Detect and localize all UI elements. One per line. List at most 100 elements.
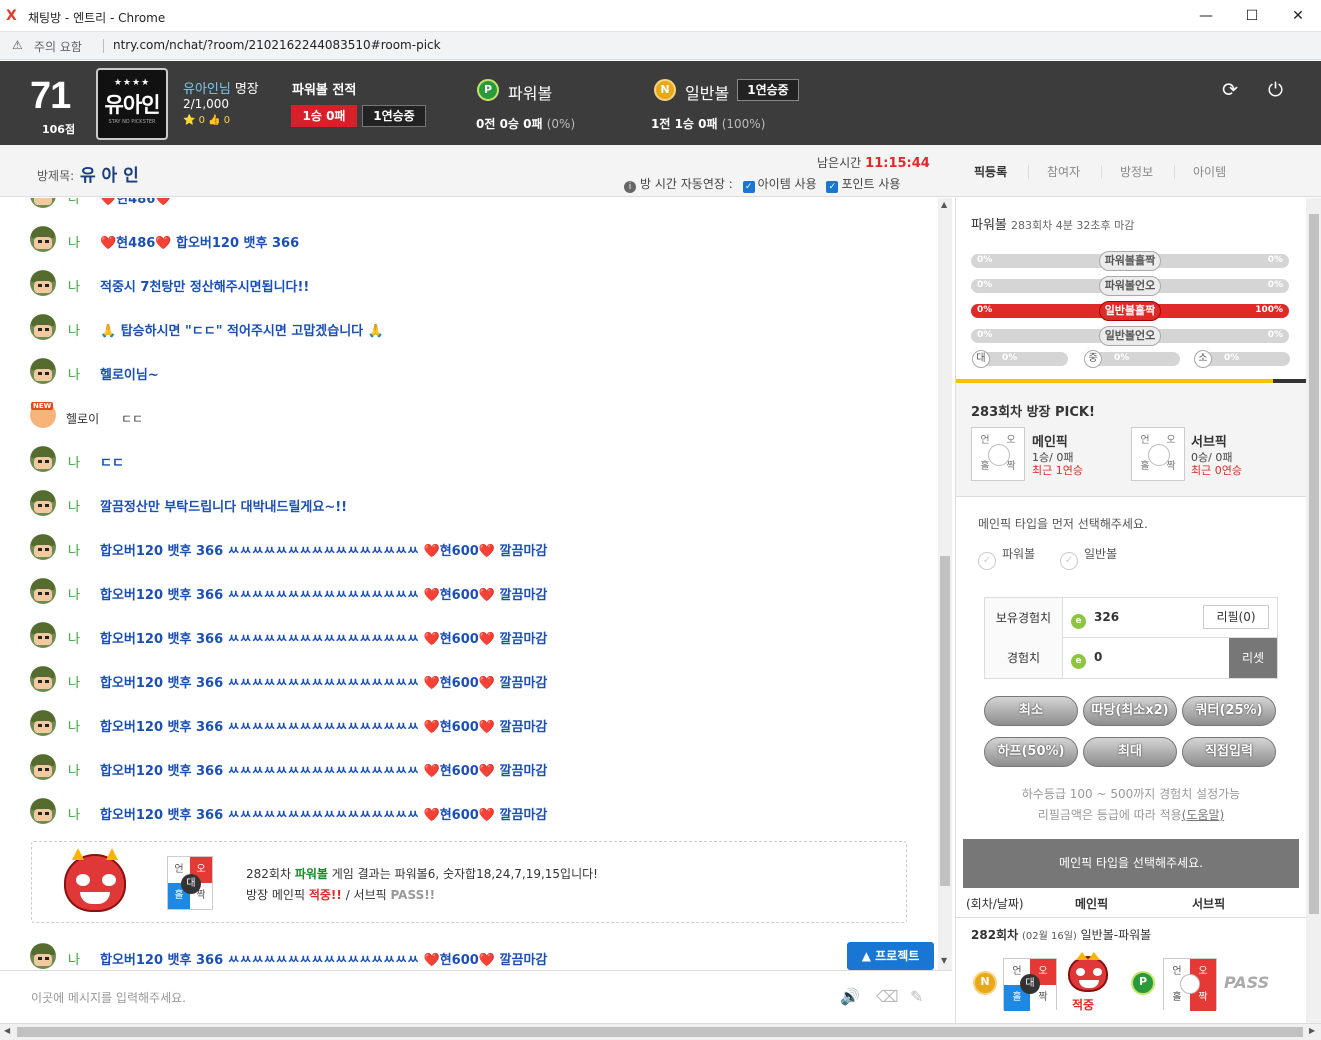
- powerball-icon: P: [477, 79, 499, 101]
- refresh-icon[interactable]: ⟳: [1222, 79, 1238, 101]
- soldier-avatar-icon: [30, 226, 56, 252]
- horizontal-scrollbar[interactable]: ◀ ▶: [0, 1023, 1321, 1040]
- chat-message: 나 합오버120 뱃후 366 ㅆㅆㅆㅆㅆㅆㅆㅆㅆㅆㅆㅆㅆㅆㅆㅆ ❤️현600❤…: [30, 534, 910, 564]
- size-label: 대: [972, 350, 990, 368]
- magic-wand-icon[interactable]: ✎: [910, 987, 923, 1006]
- history-main-board: 언 오 홀 짝 대: [1003, 958, 1057, 1011]
- ratio-bar: 0% 파워볼언오 0%: [971, 276, 1289, 296]
- radio-label: 일반볼: [1084, 547, 1118, 561]
- ratio-bar: 0% 일반볼홀짝 100%: [971, 301, 1289, 321]
- pick-title: 283회차 방장 PICK!: [971, 405, 1095, 420]
- size-bar-small: 소 0%: [1194, 350, 1290, 368]
- result-round: 282회차: [246, 867, 295, 881]
- user-stats: ⭐ 0 👍 0: [183, 115, 231, 126]
- exp-coin-icon: e: [1071, 654, 1086, 669]
- history-round: 282회차: [971, 928, 1019, 942]
- address-bar[interactable]: ⚠ 주의 요함 ntry.com/nchat/?room/21021622440…: [0, 32, 1321, 60]
- message-text: 합오버120 뱃후 366 ㅆㅆㅆㅆㅆㅆㅆㅆㅆㅆㅆㅆㅆㅆㅆㅆ ❤️현600❤️ …: [100, 588, 548, 603]
- sender-name[interactable]: 헬로이: [66, 412, 99, 426]
- owner-pick-box: 283회차 방장 PICK! 언 오 홀 짝 메인픽 1승/ 0패 최근 1연승…: [956, 383, 1306, 497]
- tab-pick-register[interactable]: 픽등록: [974, 163, 1007, 180]
- scroll-thumb[interactable]: [17, 1027, 1303, 1037]
- close-button[interactable]: ✕: [1275, 0, 1321, 32]
- radio-normalball[interactable]: ✓ 일반볼: [1060, 545, 1117, 570]
- exp-label: 보유경험치: [985, 598, 1063, 638]
- message-text: ❤️현486❤️: [100, 198, 172, 207]
- maximize-button[interactable]: ☐: [1229, 0, 1275, 32]
- size-label: 중: [1084, 350, 1102, 368]
- normalball-icon: N: [654, 79, 676, 101]
- radio-powerball[interactable]: ✓ 파워볼: [978, 545, 1035, 570]
- reset-button[interactable]: 리셋: [1229, 638, 1277, 678]
- tab-room-info[interactable]: 방정보: [1120, 163, 1153, 180]
- sender-me: 나: [68, 764, 80, 779]
- ratio-bar: 0% 일반볼언오 0%: [971, 326, 1289, 346]
- sender-me: 나: [68, 676, 80, 691]
- url-text[interactable]: ntry.com/nchat/?room/2102162244083510#ro…: [113, 38, 441, 52]
- ratio-right: 0%: [1267, 280, 1283, 290]
- power-icon[interactable]: ⏻: [1268, 79, 1283, 101]
- scroll-up-icon[interactable]: ▲: [941, 200, 947, 209]
- sub-pick-title: 서브픽: [1191, 435, 1227, 450]
- scroll-thumb[interactable]: [940, 556, 950, 886]
- panel-scrollbar[interactable]: [1306, 198, 1321, 1023]
- hit-mascot-icon: [1068, 952, 1108, 992]
- scroll-down-icon[interactable]: ▼: [941, 956, 947, 965]
- info-icon[interactable]: i: [624, 181, 636, 193]
- scroll-left-icon[interactable]: ◀: [4, 1026, 10, 1035]
- minimize-button[interactable]: —: [1183, 0, 1229, 32]
- eraser-icon[interactable]: ⌫: [876, 987, 899, 1006]
- normalball-badge: 1연승중: [737, 79, 799, 101]
- message-text: 합오버120 뱃후 366 ㅆㅆㅆㅆㅆㅆㅆㅆㅆㅆㅆㅆㅆㅆㅆㅆ ❤️현600❤️ …: [100, 764, 548, 779]
- message-text: 합오버120 뱃후 366 ㅆㅆㅆㅆㅆㅆㅆㅆㅆㅆㅆㅆㅆㅆㅆㅆ ❤️현600❤️ …: [100, 953, 548, 968]
- sender-me: 나: [68, 324, 80, 339]
- chat-scrollbar[interactable]: ▲ ▼: [938, 198, 952, 970]
- custom-input-button[interactable]: 직접입력: [1182, 737, 1276, 767]
- half-button[interactable]: 하프(50%): [984, 737, 1078, 767]
- history-pass: PASS: [1224, 973, 1270, 992]
- check-icon[interactable]: ✓: [978, 552, 996, 570]
- refill-button[interactable]: 리필(0): [1203, 605, 1269, 629]
- protect-button[interactable]: ▲ 프로젝트: [847, 942, 934, 970]
- chat-message: 나 ❤️현486❤️: [30, 198, 910, 212]
- security-label[interactable]: 주의 요함: [34, 38, 82, 55]
- message-text: ❤️현486❤️ 합오버120 뱃후 366: [100, 236, 300, 251]
- tab-participants[interactable]: 참여자: [1047, 163, 1080, 180]
- user-level: 71: [30, 75, 71, 117]
- message-text: 합오버120 뱃후 366 ㅆㅆㅆㅆㅆㅆㅆㅆㅆㅆㅆㅆㅆㅆㅆㅆ ❤️현600❤️ …: [100, 720, 548, 735]
- double-min-button[interactable]: 따당(최소x2): [1083, 696, 1177, 726]
- check-icon[interactable]: ✓: [1060, 552, 1078, 570]
- help-link[interactable]: (도움말): [1182, 808, 1224, 822]
- browser-window: X 채팅방 - 엔트리 - Chrome — ☐ ✕ ⚠ 주의 요함 ntry.…: [0, 0, 1321, 1040]
- pick-panel: 파워볼 283회차 4분 32초후 마감 0% 파워볼홀짝 0% 0% 파워볼언…: [955, 198, 1321, 1023]
- history-sub-board: 언 오 홀 짝: [1163, 958, 1217, 1011]
- speaker-icon[interactable]: 🔊: [840, 987, 860, 1006]
- point-use-checkbox[interactable]: ✓: [826, 181, 839, 193]
- sender-me: 나: [68, 808, 80, 823]
- ratio-name: 일반볼언오: [1099, 326, 1161, 346]
- size-bar-medium: 중 0%: [1084, 350, 1180, 368]
- scroll-right-icon[interactable]: ▶: [1309, 1026, 1315, 1035]
- result-sub-pass: PASS!!: [390, 888, 436, 902]
- scroll-thumb[interactable]: [1309, 214, 1319, 914]
- auto-extend-label: 방 시간 자동연장 :: [640, 177, 733, 191]
- normalball-result: 1전 1승 0패 (100%): [651, 115, 765, 132]
- message-text: ㄷㄷ: [100, 456, 124, 471]
- chat-message: 나 합오버120 뱃후 366 ㅆㅆㅆㅆㅆㅆㅆㅆㅆㅆㅆㅆㅆㅆㅆㅆ ❤️현600❤…: [30, 710, 910, 740]
- chat-area[interactable]: 나 ❤️현486❤️ 나 ❤️현486❤️ 합오버120 뱃후 366 나 적중…: [0, 198, 952, 970]
- exp-input-value[interactable]: 0: [1094, 650, 1102, 664]
- soldier-avatar-icon: [30, 314, 56, 340]
- warning-icon[interactable]: ⚠: [12, 38, 23, 52]
- quarter-button[interactable]: 쿼터(25%): [1182, 696, 1276, 726]
- max-button[interactable]: 최대: [1083, 737, 1177, 767]
- min-button[interactable]: 최소: [984, 696, 1078, 726]
- tab-items[interactable]: 아이템: [1193, 163, 1226, 180]
- chat-input-bar[interactable]: 이곳에 메시지를 입력해주세요. 🔊 ⌫ ✎: [0, 970, 952, 1022]
- select-type-button[interactable]: 메인픽 타입을 선택해주세요.: [963, 839, 1299, 888]
- item-use-checkbox[interactable]: ✓: [742, 181, 755, 193]
- chat-input[interactable]: 이곳에 메시지를 입력해주세요.: [31, 989, 186, 1006]
- exp-input[interactable]: e0: [1071, 650, 1102, 669]
- pick-notice: 메인픽 타입을 먼저 선택해주세요.: [978, 517, 1148, 531]
- main-pick-board: 언 오 홀 짝: [971, 427, 1025, 481]
- powerball-result-text: 0전 0승 0패: [476, 117, 543, 131]
